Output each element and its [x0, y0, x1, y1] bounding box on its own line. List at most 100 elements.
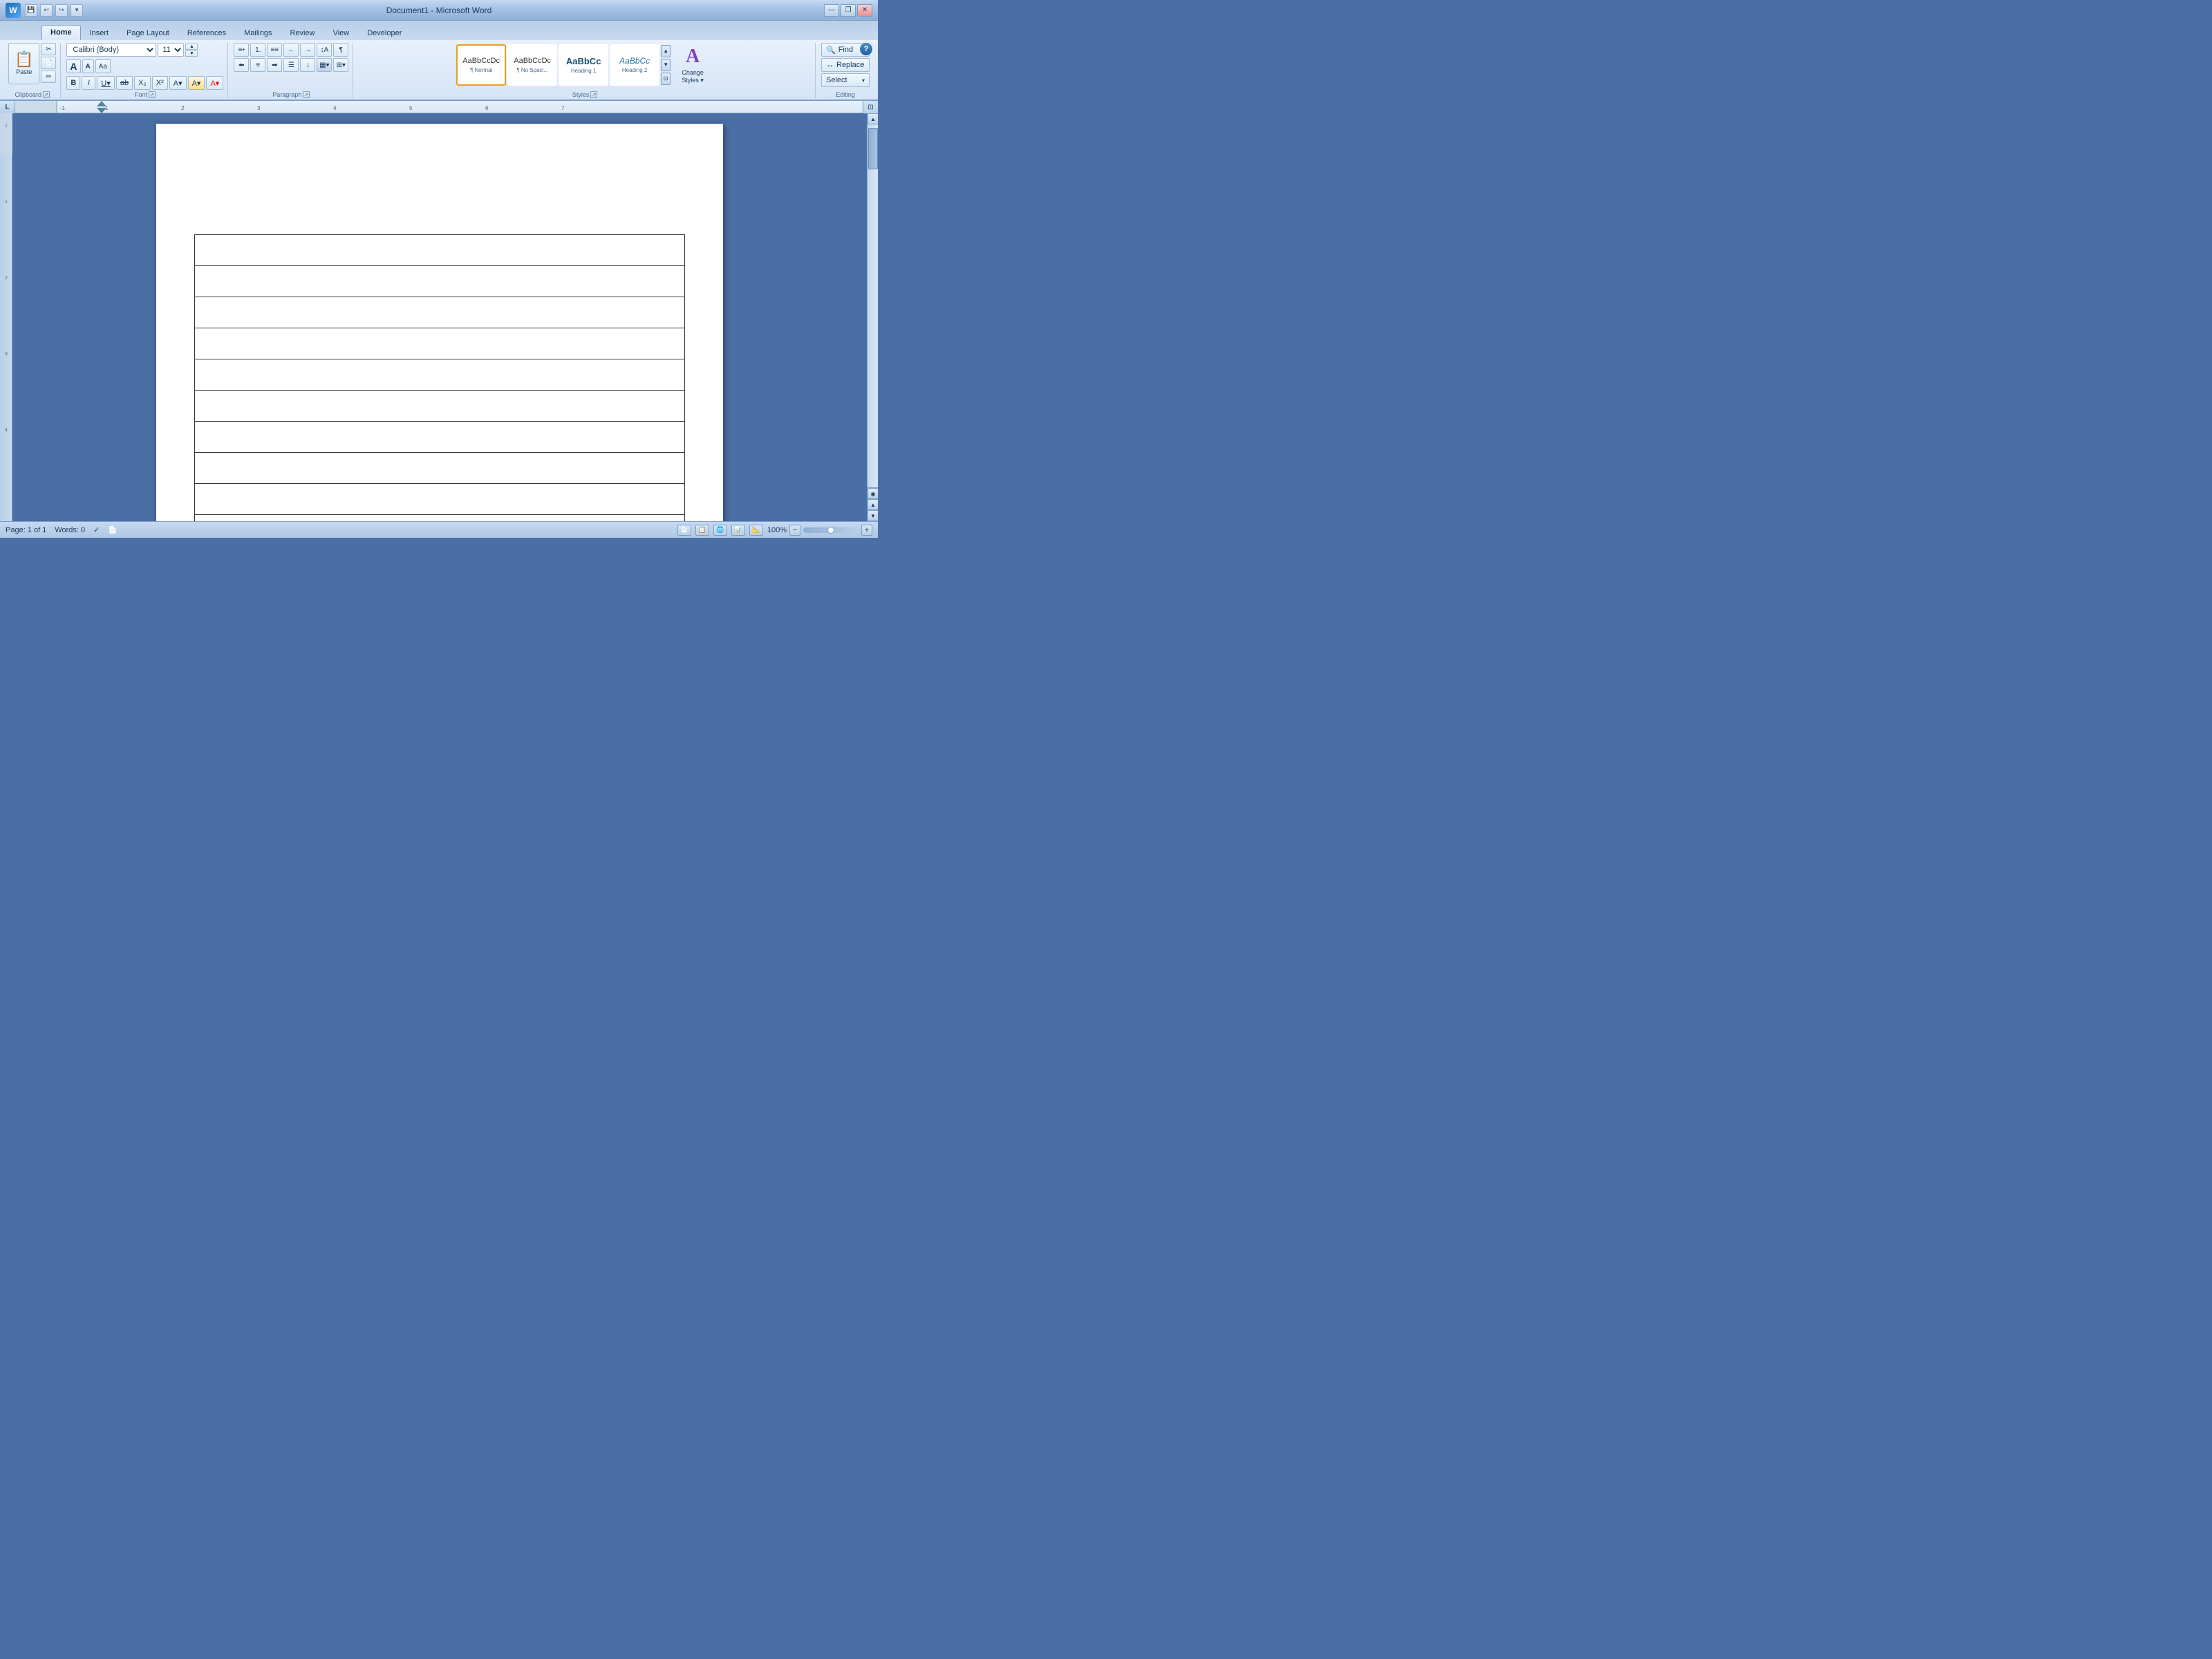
table-row[interactable] — [195, 391, 685, 422]
numbering-btn[interactable]: 1. — [250, 43, 265, 57]
ribbon-help-btn[interactable]: ? — [860, 43, 872, 55]
justify-btn[interactable]: ☰ — [283, 58, 299, 72]
sort-btn[interactable]: ↕A — [317, 43, 332, 57]
font-color-btn[interactable]: A▾ — [206, 76, 223, 90]
style-heading1[interactable]: AaBbCc Heading 1 — [559, 44, 608, 86]
table-cell[interactable] — [195, 266, 685, 297]
font-size-up-btn[interactable]: ▲ — [185, 44, 198, 50]
tab-mailings[interactable]: Mailings — [235, 25, 281, 40]
shading-btn[interactable]: ▦▾ — [317, 58, 332, 72]
table-cell[interactable] — [195, 297, 685, 328]
table-cell[interactable] — [195, 515, 685, 522]
tab-type-btn[interactable]: L — [0, 101, 15, 113]
table-row[interactable] — [195, 484, 685, 515]
format-painter-btn[interactable]: ✏ — [41, 71, 56, 83]
styles-expand-dialog-btn[interactable]: ↗ — [590, 91, 597, 98]
style-normal[interactable]: AaBbCcDc ¶ Normal — [456, 44, 506, 86]
minimize-btn[interactable]: — — [824, 4, 839, 17]
font-family-select[interactable]: Calibri (Body) — [66, 43, 156, 57]
cut-btn[interactable]: ✂ — [41, 43, 56, 55]
scroll-track[interactable] — [868, 124, 878, 487]
select-btn[interactable]: Select ▾ — [821, 73, 870, 87]
italic-btn[interactable]: I — [82, 76, 95, 90]
copy-btn[interactable]: 📄 — [41, 57, 56, 69]
close-btn[interactable]: ✕ — [857, 4, 872, 17]
clipboard-expand-btn[interactable]: ↗ — [43, 91, 50, 98]
show-marks-btn[interactable]: ¶ — [333, 43, 348, 57]
para-expand-btn[interactable]: ↗ — [303, 91, 310, 98]
tab-home[interactable]: Home — [41, 25, 81, 40]
document-table[interactable] — [194, 234, 685, 521]
undo-quick-btn[interactable]: ↩ — [40, 4, 53, 17]
table-row[interactable] — [195, 453, 685, 484]
next-page-btn[interactable]: ▲ — [868, 499, 878, 510]
strikethrough-btn[interactable]: ab — [116, 76, 133, 90]
table-row[interactable] — [195, 328, 685, 359]
font-size-select[interactable]: 11 — [158, 43, 184, 57]
zoom-slider[interactable] — [803, 527, 859, 533]
styles-scroll-up-btn[interactable]: ▲ — [661, 45, 671, 57]
multilevel-btn[interactable]: ≡≡ — [267, 43, 282, 57]
clear-format-btn[interactable]: Aa — [95, 59, 111, 73]
tab-references[interactable]: References — [178, 25, 235, 40]
table-row[interactable] — [195, 235, 685, 266]
table-row[interactable] — [195, 297, 685, 328]
document-area[interactable] — [12, 113, 867, 521]
align-right-btn[interactable]: ➡ — [267, 58, 282, 72]
highlight-color-btn[interactable]: A▾ — [188, 76, 205, 90]
full-screen-btn[interactable]: 📋 — [695, 525, 709, 536]
grow-font-btn[interactable]: A — [66, 59, 80, 73]
underline-btn[interactable]: U▾ — [97, 76, 114, 90]
tab-insert[interactable]: Insert — [81, 25, 118, 40]
table-cell[interactable] — [195, 484, 685, 515]
table-cell[interactable] — [195, 235, 685, 266]
tab-view[interactable]: View — [324, 25, 359, 40]
save-quick-btn[interactable]: 💾 — [25, 4, 37, 17]
increase-indent-btn[interactable]: → — [300, 43, 315, 57]
tab-developer[interactable]: Developer — [358, 25, 411, 40]
draft-btn[interactable]: 📐 — [749, 525, 763, 536]
print-layout-btn[interactable]: 📄 — [677, 525, 691, 536]
table-cell[interactable] — [195, 359, 685, 391]
scroll-thumb[interactable] — [868, 128, 878, 169]
scroll-up-btn[interactable]: ▲ — [868, 113, 878, 124]
table-row[interactable] — [195, 266, 685, 297]
subscript-btn[interactable]: X₂ — [134, 76, 151, 90]
table-row[interactable] — [195, 515, 685, 522]
style-heading2[interactable]: AaBbCc Heading 2 — [610, 44, 659, 86]
zoom-out-btn[interactable]: − — [789, 525, 800, 536]
doc-view-icon[interactable]: 📄 — [108, 525, 118, 534]
text-effects-btn[interactable]: A▾ — [169, 76, 187, 90]
table-cell[interactable] — [195, 328, 685, 359]
align-center-btn[interactable]: ≡ — [250, 58, 265, 72]
redo-quick-btn[interactable]: ↪ — [55, 4, 68, 17]
bullets-btn[interactable]: ≡• — [234, 43, 249, 57]
tab-page-layout[interactable]: Page Layout — [118, 25, 178, 40]
styles-scroll-down-btn[interactable]: ▼ — [661, 59, 671, 71]
borders-btn[interactable]: ⊞▾ — [333, 58, 348, 72]
decrease-indent-btn[interactable]: ← — [283, 43, 299, 57]
outline-btn[interactable]: 📊 — [731, 525, 745, 536]
bold-btn[interactable]: B — [66, 76, 80, 90]
table-cell[interactable] — [195, 453, 685, 484]
customize-quick-btn[interactable]: ▾ — [71, 4, 83, 17]
style-no-spacing[interactable]: AaBbCcDc ¶ No Spaci... — [507, 44, 557, 86]
shrink-font-btn[interactable]: A — [82, 59, 94, 73]
next-page-down-btn[interactable]: ▼ — [868, 510, 878, 521]
replace-btn[interactable]: ↔ Replace — [821, 58, 870, 72]
table-row[interactable] — [195, 422, 685, 453]
styles-expand-btn[interactable]: ⊡ — [661, 73, 671, 85]
font-size-down-btn[interactable]: ▼ — [185, 50, 198, 57]
font-expand-btn[interactable]: ↗ — [149, 91, 156, 98]
web-layout-btn[interactable]: 🌐 — [713, 525, 727, 536]
tab-review[interactable]: Review — [281, 25, 324, 40]
document-page[interactable] — [156, 124, 723, 521]
table-row[interactable] — [195, 359, 685, 391]
change-styles-btn[interactable]: A ChangeStyles ▾ — [672, 43, 713, 87]
ruler-settings-btn[interactable]: ⊡ — [863, 101, 878, 113]
superscript-btn[interactable]: X² — [152, 76, 168, 90]
line-spacing-btn[interactable]: ↕ — [300, 58, 315, 72]
align-left-btn[interactable]: ⬅ — [234, 58, 249, 72]
maximize-btn[interactable]: ❐ — [841, 4, 856, 17]
zoom-in-btn[interactable]: + — [861, 525, 872, 536]
